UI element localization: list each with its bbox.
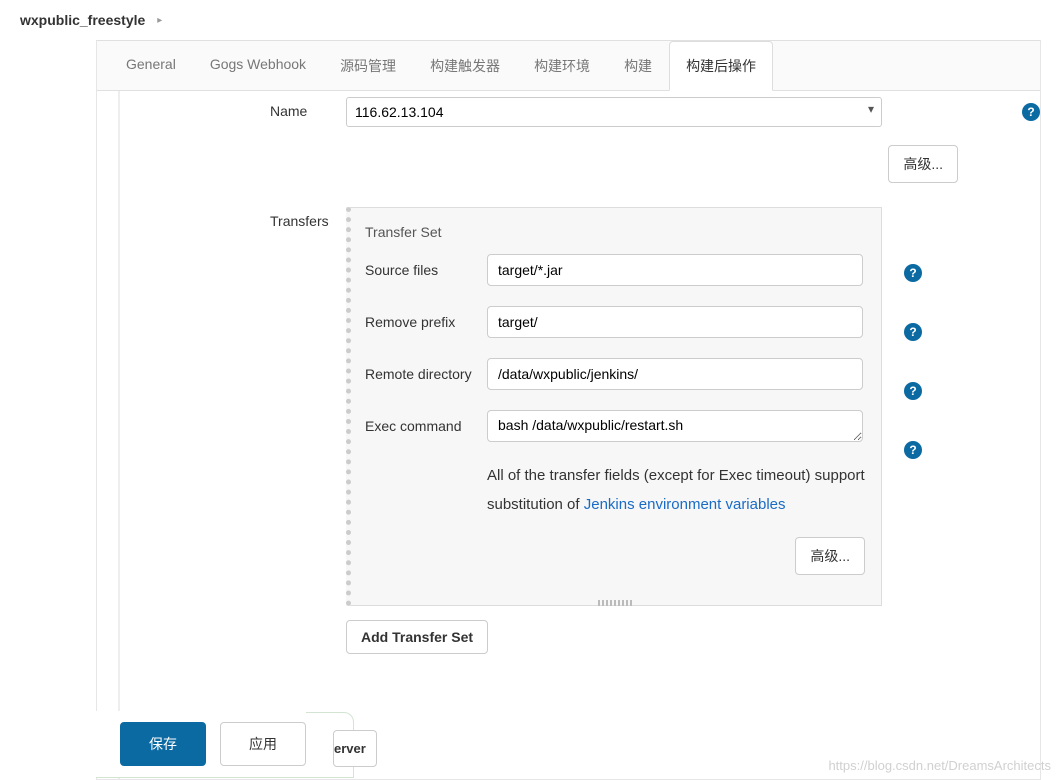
tab-general[interactable]: General bbox=[109, 41, 193, 91]
name-row: Name 116.62.13.104 ? bbox=[270, 91, 1040, 133]
remote-dir-row: Remote directory bbox=[365, 358, 863, 390]
tab-build[interactable]: 构建 bbox=[607, 41, 669, 91]
advanced-button[interactable]: 高级... bbox=[888, 145, 958, 183]
tab-build-triggers[interactable]: 构建触发器 bbox=[413, 41, 517, 91]
jenkins-env-vars-link[interactable]: Jenkins environment variables bbox=[584, 496, 786, 513]
help-icon[interactable]: ? bbox=[904, 323, 922, 341]
transfers-label: Transfers bbox=[270, 207, 346, 229]
exec-cmd-input[interactable]: bash /data/wxpublic/restart.sh bbox=[487, 410, 863, 442]
transfer-set-title: Transfer Set bbox=[365, 224, 863, 240]
left-gutter bbox=[97, 91, 119, 779]
tab-post-build[interactable]: 构建后操作 bbox=[669, 41, 773, 91]
exec-cmd-label: Exec command bbox=[365, 410, 487, 434]
help-icon[interactable]: ? bbox=[904, 264, 922, 282]
help-icon[interactable]: ? bbox=[904, 382, 922, 400]
apply-button[interactable]: 应用 bbox=[220, 722, 306, 766]
help-icon[interactable]: ? bbox=[904, 441, 922, 459]
remote-dir-label: Remote directory bbox=[365, 358, 487, 382]
tab-scm[interactable]: 源码管理 bbox=[323, 41, 413, 91]
chevron-right-icon: ▸ bbox=[157, 15, 162, 26]
remove-prefix-row: Remove prefix bbox=[365, 306, 863, 338]
help-message: All of the transfer fields (except for E… bbox=[365, 462, 901, 519]
help-icon[interactable]: ? bbox=[1022, 103, 1040, 121]
breadcrumb: wxpublic_freestyle ▸ bbox=[0, 0, 1059, 40]
add-transfer-set-button[interactable]: Add Transfer Set bbox=[346, 620, 488, 654]
breadcrumb-title[interactable]: wxpublic_freestyle bbox=[20, 12, 145, 28]
name-select[interactable]: 116.62.13.104 bbox=[346, 97, 882, 127]
config-panel: General Gogs Webhook 源码管理 构建触发器 构建环境 构建 … bbox=[96, 40, 1041, 780]
name-label: Name bbox=[270, 97, 346, 119]
tabs-bar: General Gogs Webhook 源码管理 构建触发器 构建环境 构建 … bbox=[97, 41, 1040, 91]
transfers-row: Transfers Transfer Set Source files R bbox=[270, 193, 1040, 660]
drag-handle-icon[interactable] bbox=[598, 600, 634, 606]
remove-prefix-input[interactable] bbox=[487, 306, 863, 338]
remote-dir-input[interactable] bbox=[487, 358, 863, 390]
tab-gogs-webhook[interactable]: Gogs Webhook bbox=[193, 41, 323, 91]
exec-cmd-row: Exec command bash /data/wxpublic/restart… bbox=[365, 410, 863, 442]
remove-prefix-label: Remove prefix bbox=[365, 306, 487, 330]
source-files-label: Source files bbox=[365, 254, 487, 278]
source-files-row: Source files bbox=[365, 254, 863, 286]
server-button-partial[interactable]: erver bbox=[333, 730, 377, 767]
tab-build-env[interactable]: 构建环境 bbox=[517, 41, 607, 91]
transfer-advanced-button[interactable]: 高级... bbox=[795, 537, 865, 575]
footer-bar: 保存 应用 bbox=[96, 711, 306, 777]
source-files-input[interactable] bbox=[487, 254, 863, 286]
transfer-set-box: Transfer Set Source files Remove prefix bbox=[346, 207, 882, 606]
save-button[interactable]: 保存 bbox=[120, 722, 206, 766]
